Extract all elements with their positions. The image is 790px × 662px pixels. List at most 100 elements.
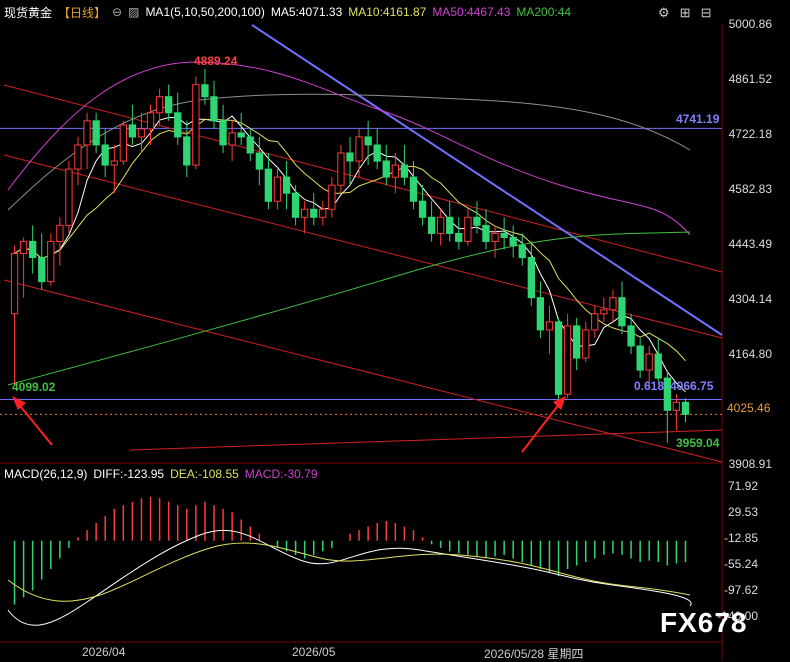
candle-body <box>319 208 327 218</box>
candle-body <box>500 232 508 238</box>
candle-body <box>264 168 273 202</box>
candle-body <box>473 216 481 226</box>
price-tick: 3908.91 <box>728 457 772 471</box>
candle-body <box>237 132 245 138</box>
candle-body <box>282 176 291 194</box>
candle-body <box>337 152 345 186</box>
candle-body <box>373 144 381 162</box>
candle-body <box>563 325 572 395</box>
candle-body <box>482 224 490 242</box>
high-annotation: 4889.24 <box>194 54 238 68</box>
candle-body <box>355 136 363 162</box>
candle-body <box>291 192 300 218</box>
price-tick: 5000.86 <box>728 17 772 31</box>
ma200-line <box>7 231 691 386</box>
candle-body <box>83 120 91 146</box>
price-tick: 4443.49 <box>728 237 772 251</box>
date-label: 2026/05 <box>292 645 336 659</box>
price-tick: 4304.14 <box>728 292 772 306</box>
channel-line <box>3 154 723 339</box>
current-price-tick: 4025.46 <box>727 401 771 415</box>
macd-diff-line <box>7 529 692 626</box>
candle-body <box>609 297 617 311</box>
price-tick: 4164.80 <box>728 347 772 361</box>
candle-body <box>137 128 146 138</box>
candle-body <box>65 168 73 226</box>
channel-line <box>3 84 723 273</box>
arrow-icon <box>521 402 561 453</box>
macd-diff: DIFF:-123.95 <box>93 467 165 481</box>
candle-body <box>382 160 390 178</box>
candle-body <box>201 84 209 98</box>
candle-body <box>165 96 173 114</box>
date-label: 2026/05/28 星期四 <box>484 647 584 661</box>
candle-body <box>627 325 635 347</box>
macd-tick: -12.85 <box>723 531 758 545</box>
candle-body <box>672 401 681 411</box>
candle-body <box>654 353 662 379</box>
candle-body <box>210 96 218 122</box>
candle-body <box>464 216 472 242</box>
date-label: 2026/04 <box>82 645 126 659</box>
candle-body <box>446 216 454 234</box>
candle-body <box>38 257 46 283</box>
candle-body <box>545 321 554 331</box>
candle-body <box>346 152 354 162</box>
candle-body <box>128 124 136 138</box>
macd-dea: DEA:-108.55 <box>170 467 239 481</box>
candle-body <box>47 240 55 283</box>
candle-body <box>146 112 155 130</box>
resistance-annotation: 4741.19 <box>676 112 720 126</box>
candle-body <box>301 208 309 218</box>
macd-tick: -97.62 <box>723 583 758 597</box>
candle-body <box>573 325 581 359</box>
candle-body <box>409 176 418 202</box>
macd-title: MACD(26,12,9) <box>4 467 88 481</box>
arrow-head-icon <box>12 396 26 410</box>
candle-body <box>591 313 599 331</box>
candle-body <box>437 216 445 234</box>
candle-body <box>636 345 644 371</box>
candle-body <box>509 236 517 246</box>
current-price-marker: 4025.46 <box>725 400 790 416</box>
candle-body <box>228 132 236 146</box>
candle-body <box>364 136 372 146</box>
candle-body <box>56 224 64 242</box>
candle-body <box>155 96 164 114</box>
macd-tick: 71.92 <box>727 479 758 493</box>
candle-body <box>518 245 526 259</box>
macd-dea-line <box>7 542 691 602</box>
macd-tick: 29.53 <box>727 505 758 519</box>
macd-header: MACD(26,12,9) DIFF:-123.95 DEA:-108.55 M… <box>0 464 318 484</box>
candle-body <box>119 124 127 162</box>
low2-annotation: 3959.04 <box>676 436 720 450</box>
candle-body <box>92 120 100 146</box>
fib-annotation: 0.618 <box>634 379 665 393</box>
candle-body <box>273 176 282 202</box>
price-tick: 4722.18 <box>728 127 772 141</box>
candle-body <box>246 136 254 154</box>
candle-body <box>183 136 191 166</box>
macd-value: MACD:-30.79 <box>244 467 318 481</box>
candle-body <box>600 309 608 315</box>
candle-body <box>328 184 336 210</box>
downtrend-line <box>251 24 723 336</box>
candle-body <box>219 120 227 146</box>
candle-body <box>418 200 427 218</box>
candle-body <box>174 112 182 138</box>
candle-body <box>74 144 82 170</box>
candle-body <box>101 144 109 166</box>
chart-canvas[interactable] <box>0 0 790 661</box>
candle-body <box>400 164 409 178</box>
candle-body <box>19 240 28 254</box>
candle-body <box>391 164 400 178</box>
candle-body <box>582 329 590 359</box>
arrow-icon <box>16 401 53 446</box>
candle-body <box>255 152 264 170</box>
fib-value-annotation: 4066.75 <box>670 379 714 393</box>
candle-body <box>618 297 626 327</box>
candle-body <box>455 232 463 242</box>
candle-body <box>10 253 19 315</box>
price-tick: 4861.52 <box>728 72 772 86</box>
candle-body <box>29 240 37 258</box>
